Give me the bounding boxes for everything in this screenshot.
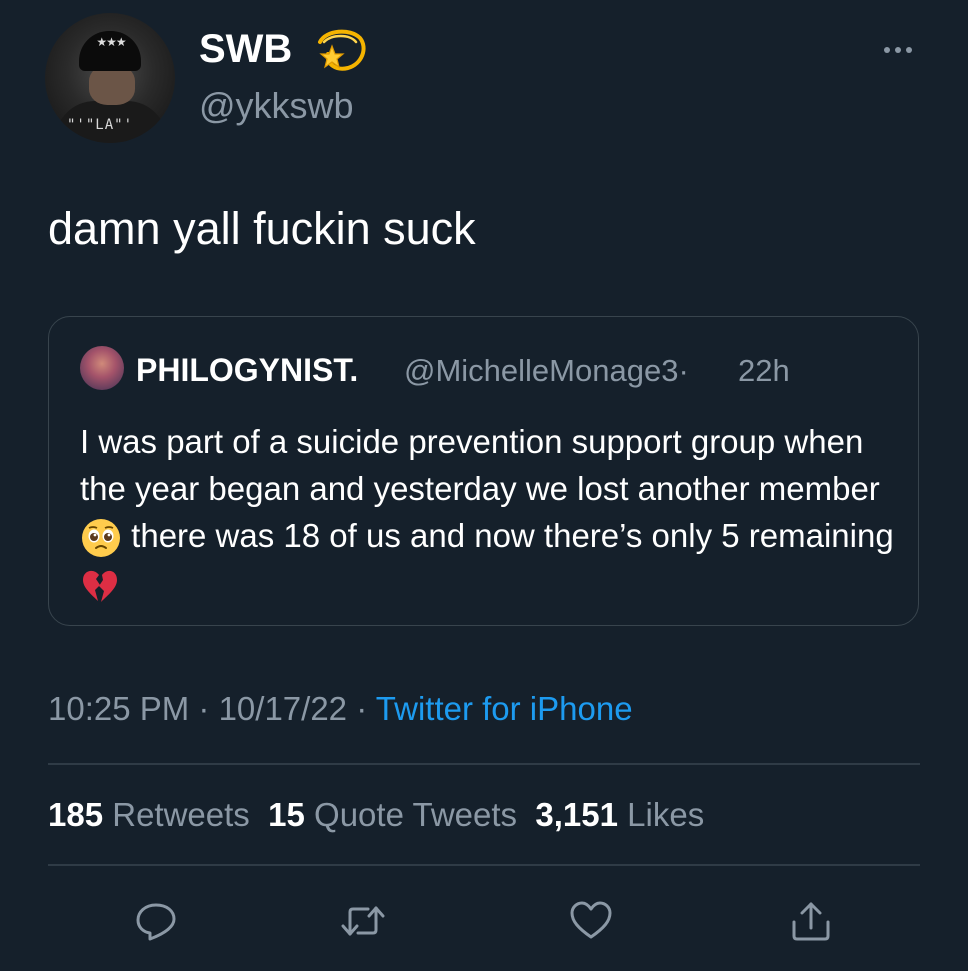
avatar-shirt-print: "'"LA"'	[67, 117, 134, 133]
meta-separator: ·	[347, 690, 376, 727]
author-handle[interactable]: @ykkswb	[199, 85, 354, 127]
tweet-stats: 185 Retweets 15 Quote Tweets 3,151 Likes	[48, 796, 704, 834]
quoted-timestamp: 22h	[738, 353, 790, 388]
likes-stat[interactable]: 3,151 Likes	[535, 796, 704, 833]
avatar-face	[89, 65, 135, 105]
quoted-author-name: PHILOGYNIST.	[136, 352, 359, 388]
quote-tweets-stat[interactable]: 15 Quote Tweets	[268, 796, 517, 833]
author-avatar[interactable]: ★★★ "'"LA"'	[45, 13, 175, 143]
tweet-meta: 10:25 PM · 10/17/22 · Twitter for iPhone	[48, 690, 633, 728]
share-icon[interactable]	[788, 898, 834, 944]
broken-heart-emoji-icon	[83, 570, 117, 602]
more-options-icon[interactable]	[880, 40, 916, 60]
divider	[48, 763, 920, 765]
author-display-name[interactable]: SWB	[199, 27, 292, 72]
quoted-text-part1: I was part of a suicide prevention suppo…	[80, 423, 880, 507]
quoted-author-handle: @MichelleMonage3·	[404, 353, 689, 388]
divider	[48, 864, 920, 866]
tweet-time: 10:25 PM	[48, 690, 190, 727]
retweet-icon[interactable]	[340, 898, 386, 944]
quoted-tweet-text: I was part of a suicide prevention suppo…	[80, 418, 912, 606]
quoted-author-avatar	[80, 346, 124, 390]
quoted-text-part2: there was 18 of us and now there’s only …	[122, 517, 894, 554]
pleading-face-emoji-icon	[82, 519, 120, 558]
tweet-text: damn yall fuckin suck	[48, 203, 476, 254]
reply-icon[interactable]	[133, 898, 179, 944]
tweet-date: 10/17/22	[218, 690, 348, 727]
meta-separator: ·	[189, 690, 219, 727]
retweets-stat[interactable]: 185 Retweets	[48, 796, 250, 833]
dizzy-icon	[318, 29, 366, 71]
tweet-source-link[interactable]: Twitter for iPhone	[376, 690, 633, 727]
avatar-cap-print: ★★★	[96, 35, 126, 49]
like-heart-icon[interactable]	[568, 898, 614, 944]
